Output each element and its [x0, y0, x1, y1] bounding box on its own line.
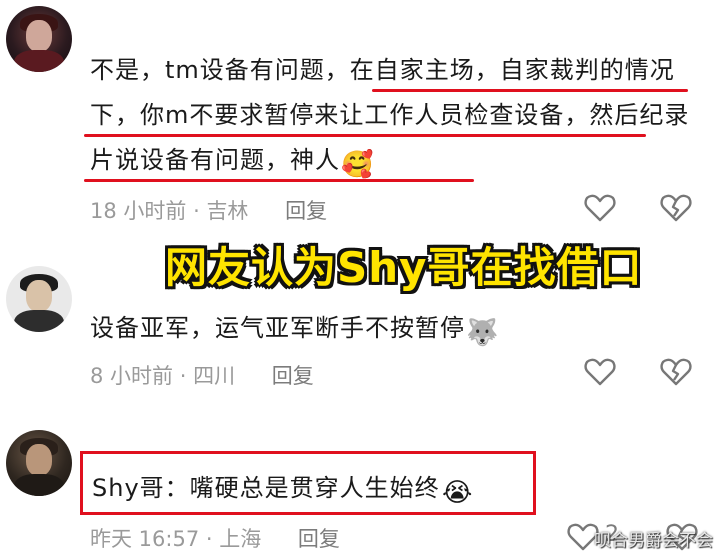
avatar-face: [26, 280, 52, 312]
avatar[interactable]: [6, 266, 72, 332]
avatar[interactable]: [6, 6, 72, 72]
comment-text: 不是，tm设备有问题，在自家主场，自家裁判的情况下，你m不要求暂停来让工作人员检…: [90, 56, 690, 180]
comment-meta: 18 小时前 · 吉林 回复: [90, 199, 328, 223]
comment-text: 设备亚军，运气亚军断手不按暂停🐺: [90, 314, 500, 348]
highlight-underline: [84, 134, 646, 137]
heart-icon[interactable]: [583, 355, 617, 389]
comment-meta: 昨天 16:57 · 上海 回复: [90, 527, 340, 551]
comment-time: 18 小时前: [90, 199, 187, 223]
avatar-body: [14, 474, 64, 496]
wolf-emoji: 🐺: [466, 318, 500, 348]
hug-emoji: 🥰: [341, 150, 375, 180]
reply-button[interactable]: 回复: [298, 527, 340, 551]
heart-icon[interactable]: [583, 191, 617, 225]
video-caption: 网友认为Shy哥在找借口: [165, 243, 643, 292]
comment-text: Shy哥：嘴硬总是贯穿人生始终😭: [92, 466, 532, 511]
broken-heart-icon[interactable]: [659, 355, 693, 389]
reply-button[interactable]: 回复: [272, 364, 314, 388]
avatar-face: [26, 20, 52, 52]
crying-emoji: 😭: [441, 478, 474, 508]
watermark: 呗合男爵会不会: [594, 531, 713, 551]
highlight-underline: [372, 89, 688, 92]
comment-location: 吉林: [206, 199, 249, 223]
avatar[interactable]: [6, 430, 72, 496]
comment-time: 8 小时前: [90, 364, 174, 388]
highlight-underline: [84, 179, 474, 182]
reply-button[interactable]: 回复: [285, 199, 327, 223]
avatar-body: [14, 310, 64, 332]
avatar-body: [14, 50, 64, 72]
comment-meta: 8 小时前 · 四川 回复: [90, 364, 314, 388]
broken-heart-icon[interactable]: [659, 191, 693, 225]
comment-location: 上海: [219, 527, 262, 551]
comment-time: 昨天 16:57: [90, 527, 200, 551]
avatar-face: [26, 444, 52, 476]
comment-location: 四川: [193, 364, 236, 388]
